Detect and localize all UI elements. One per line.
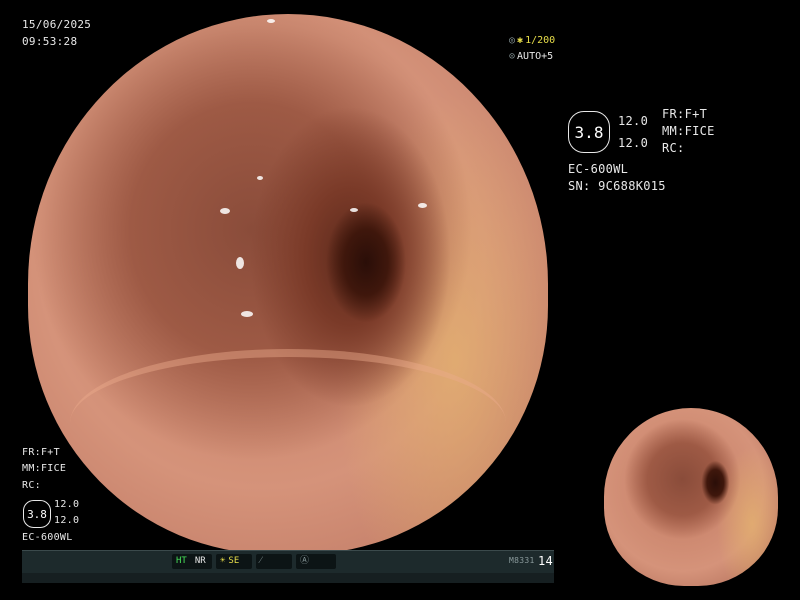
status-count: 14 <box>538 554 554 568</box>
slash-icon: ⁄ <box>260 556 262 566</box>
time-text: 09:53:28 <box>22 35 78 48</box>
iris-indicator: ⊙ AUTO+5 <box>509 51 553 63</box>
rc-text: RC: <box>662 141 685 155</box>
light-reflection <box>418 203 427 208</box>
zoom-badge-small-value: 3.8 <box>27 507 47 521</box>
aperture-icon: ◎ <box>509 35 516 46</box>
thumbnail-endoscopy-view <box>604 408 778 586</box>
mm-text: MM:FICE <box>662 124 715 138</box>
light-reflection <box>674 497 678 500</box>
serial-number: SN: 9C688K015 <box>568 179 666 193</box>
value-top: 12.0 <box>618 114 649 128</box>
status-bar: HT NR ☀ SE ⁄ Ⓐ M8331 14 <box>22 550 554 574</box>
se-label: SE <box>228 556 240 566</box>
light-reflection <box>241 311 254 317</box>
value-top-small: 12.0 <box>54 499 80 510</box>
shutter-indicator: ◎ ✱ 1/200 <box>509 35 555 47</box>
light-reflection <box>220 208 231 215</box>
shutter-value: 1/200 <box>525 35 556 46</box>
circle-a-icon: Ⓐ <box>300 556 310 566</box>
fr-text-small: FR:F+T <box>22 447 60 458</box>
slash-indicator: ⁄ <box>256 554 292 569</box>
scope-model-small: EC-600WL <box>22 532 73 543</box>
light-reflection <box>350 208 359 213</box>
value-bottom: 12.0 <box>618 136 649 150</box>
a-indicator: Ⓐ <box>296 554 336 569</box>
date-text: 15/06/2025 <box>22 18 92 31</box>
zoom-badge: 3.8 <box>568 111 610 153</box>
mucosal-fold <box>69 348 507 497</box>
zoom-badge-value: 3.8 <box>574 122 604 142</box>
nr-label: NR <box>194 556 206 566</box>
zoom-badge-small: 3.8 <box>23 500 51 528</box>
star-icon: ✱ <box>517 35 524 46</box>
rc-text-small: RC: <box>22 480 41 491</box>
light-reflection <box>256 176 263 180</box>
light-reflection <box>267 19 276 24</box>
se-indicator: ☀ SE <box>216 554 252 569</box>
value-bottom-small: 12.0 <box>54 515 80 526</box>
ht-label: HT <box>176 556 187 566</box>
status-code: M8331 <box>509 556 535 565</box>
mm-text-small: MM:FICE <box>22 463 67 474</box>
main-endoscopy-view <box>28 14 548 554</box>
iris-value: AUTO+5 <box>517 51 554 62</box>
endoscopy-screen: { "header": { "date": "15/06/2025", "tim… <box>0 0 800 600</box>
ht-nr-indicator: HT NR <box>172 554 212 569</box>
light-reflection <box>670 476 675 483</box>
scope-model: EC-600WL <box>568 162 629 176</box>
status-strip <box>22 573 554 583</box>
light-reflection <box>236 257 244 269</box>
iris-icon: ⊙ <box>509 51 516 62</box>
sun-icon: ☀ <box>220 556 226 566</box>
fr-text: FR:F+T <box>662 107 708 121</box>
